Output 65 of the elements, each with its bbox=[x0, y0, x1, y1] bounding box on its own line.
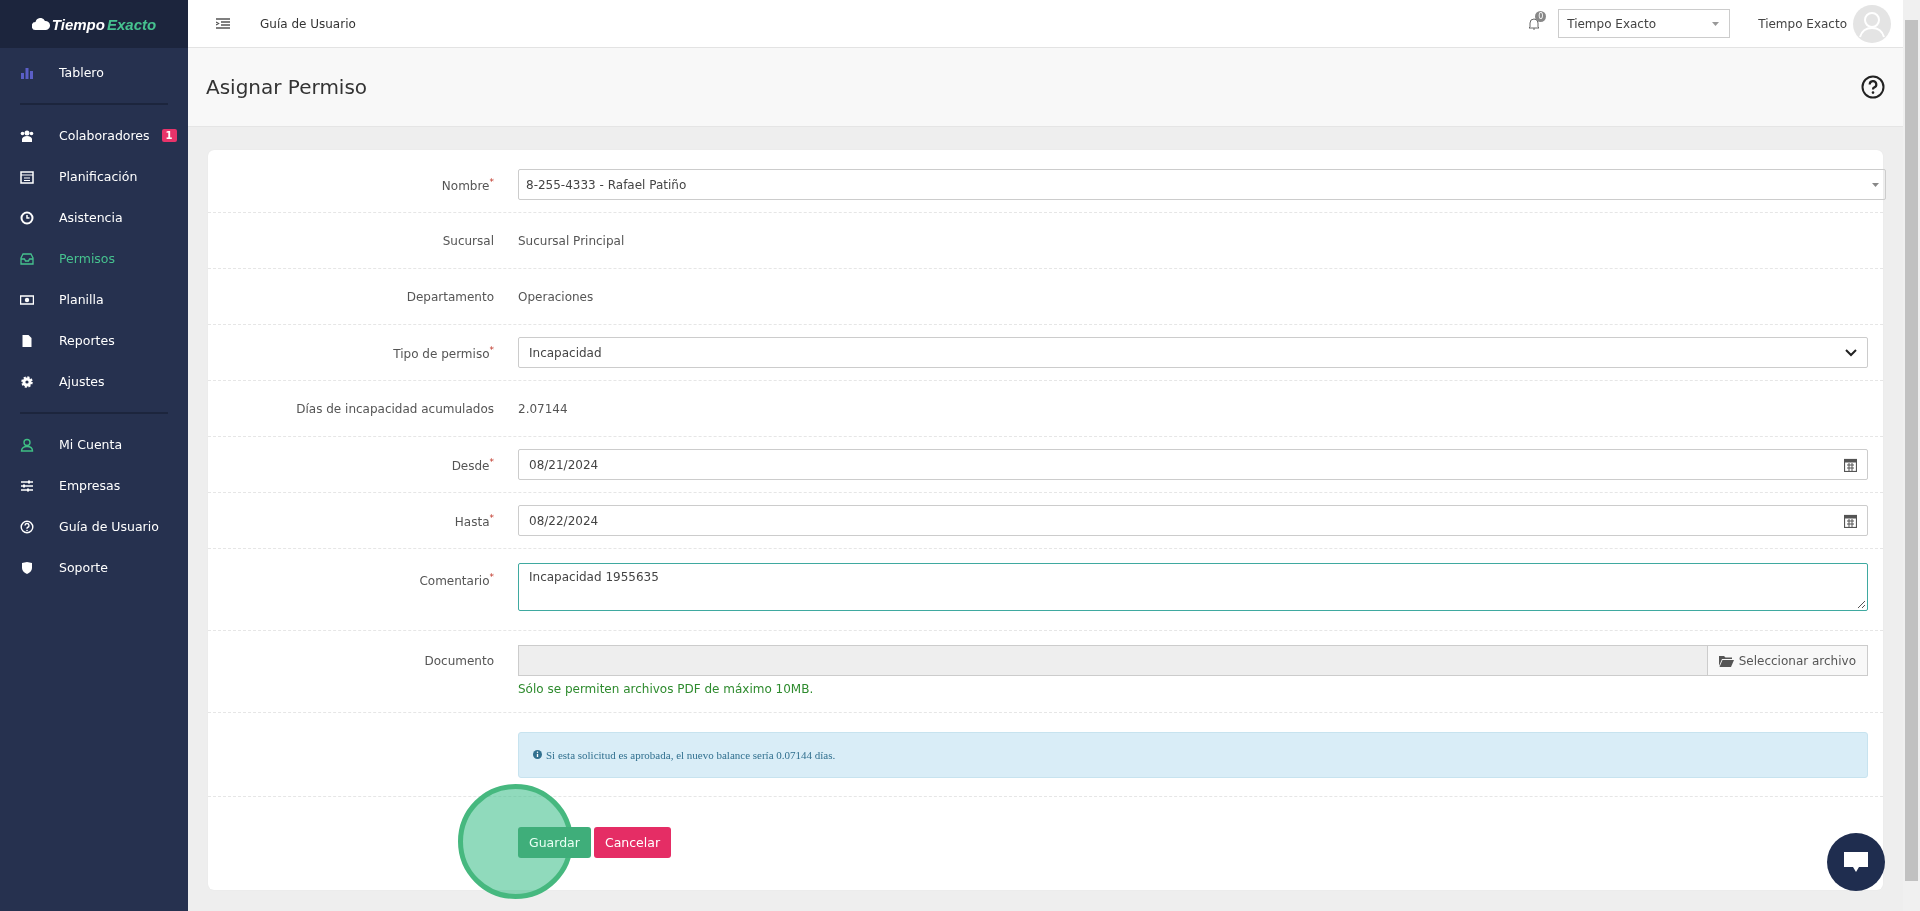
caret-icon bbox=[1712, 21, 1720, 26]
field-value: Sucursal Principal bbox=[518, 233, 625, 248]
field-value: Operaciones bbox=[518, 289, 594, 304]
calendar-icon bbox=[1844, 513, 1857, 528]
sidebar-item[interactable]: Guía de Usuario bbox=[0, 506, 188, 547]
sidebar-item[interactable]: Asistencia bbox=[0, 197, 188, 238]
date-field[interactable]: 08/22/2024 bbox=[518, 505, 1868, 536]
resize-grip-icon bbox=[1857, 600, 1865, 608]
sidebar-item[interactable]: Permisos bbox=[0, 238, 188, 279]
help-icon[interactable] bbox=[1861, 75, 1885, 99]
file-icon bbox=[20, 333, 34, 348]
gear-icon bbox=[20, 374, 34, 389]
field-value: 2.07144 bbox=[518, 401, 568, 416]
user-icon bbox=[20, 437, 34, 452]
caret-icon bbox=[1872, 182, 1879, 187]
page-title: Asignar Permiso bbox=[206, 75, 368, 99]
sidebar-item[interactable]: Planificación bbox=[0, 156, 188, 197]
help-text: Sólo se permiten archivos PDF de máximo 10MB. bbox=[518, 682, 815, 696]
select-field[interactable]: Incapacidad bbox=[518, 337, 1868, 368]
money-icon bbox=[20, 292, 34, 307]
notification-count: 0 bbox=[1535, 11, 1547, 22]
shield-icon bbox=[20, 560, 34, 575]
field-label: Desde$^{*}$ bbox=[451, 458, 494, 473]
field-label: Tipo de permiso$^{*}$ bbox=[393, 346, 494, 361]
sliders-icon bbox=[20, 478, 34, 493]
alert-text: Si esta solicitud es aprobada, el nuevo balance sería 0.07144 días. bbox=[546, 748, 836, 761]
field-label: Departamento bbox=[406, 289, 494, 304]
comment-field[interactable]: Incapacidad 1955635 bbox=[518, 563, 1868, 611]
select-file-button[interactable]: Seleccionar archivo bbox=[1706, 645, 1868, 676]
users-icon bbox=[20, 128, 34, 143]
sidebar-item[interactable]: Planilla bbox=[0, 279, 188, 320]
sidebar-item[interactable]: Soporte bbox=[0, 547, 188, 588]
chart-icon bbox=[20, 65, 34, 80]
bell-icon[interactable] bbox=[1528, 17, 1541, 30]
sidebar-item[interactable]: Mi Cuenta bbox=[0, 424, 188, 465]
field-label: Nombre$^{*}$ bbox=[441, 178, 494, 193]
field-label: Comentario$^{*}$ bbox=[419, 574, 494, 588]
folder-icon bbox=[1718, 654, 1734, 667]
question-icon bbox=[20, 519, 34, 534]
calendar-icon bbox=[20, 169, 34, 184]
field-label: Hasta$^{*}$ bbox=[454, 514, 494, 529]
user-guide-link[interactable]: Guía de Usuario bbox=[260, 16, 356, 31]
chat-bubble-icon bbox=[1843, 851, 1869, 873]
company-select[interactable]: Tiempo Exacto bbox=[1558, 9, 1731, 38]
field-label: Días de incapacidad acumulados bbox=[296, 401, 494, 416]
clock-icon bbox=[20, 210, 34, 225]
sidebar-item[interactable]: Tablero bbox=[0, 52, 188, 93]
sidebar-item[interactable]: Colaboradores 1 bbox=[0, 115, 188, 156]
date-field[interactable]: 08/21/2024 bbox=[518, 449, 1868, 480]
field-label: Sucursal bbox=[442, 233, 494, 248]
logo: TiempoExacto bbox=[0, 0, 188, 48]
field-label: Documento bbox=[424, 654, 494, 668]
sidebar-item[interactable]: Empresas bbox=[0, 465, 188, 506]
calendar-icon bbox=[1844, 457, 1857, 472]
cancel-button[interactable]: Cancelar bbox=[593, 827, 672, 858]
cloud-icon bbox=[31, 18, 50, 30]
sidebar-item[interactable]: Reportes bbox=[0, 320, 188, 361]
info-icon bbox=[533, 750, 542, 759]
sidebar-item[interactable]: Ajustes bbox=[0, 361, 188, 402]
count-badge: 1 bbox=[161, 129, 177, 142]
user-name: Tiempo Exacto bbox=[1758, 16, 1847, 31]
name-select[interactable]: 8-255-4333 - Rafael Patiño bbox=[518, 169, 1886, 200]
chevron-down-icon bbox=[1845, 348, 1857, 357]
inbox-icon bbox=[20, 251, 34, 266]
menu-icon[interactable] bbox=[216, 18, 230, 29]
